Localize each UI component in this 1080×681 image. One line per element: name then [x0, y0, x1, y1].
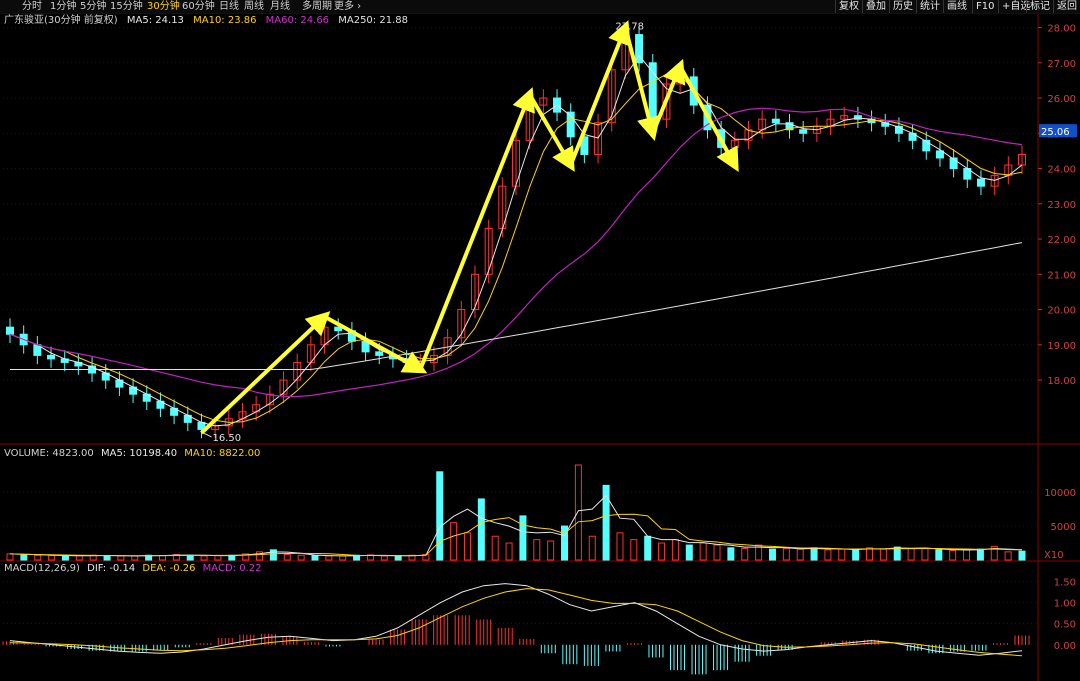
volume-bar: [186, 554, 194, 561]
volume-bar: [547, 540, 555, 561]
price-tick-label: 22.00: [1047, 235, 1076, 246]
volume-bar: [921, 547, 929, 561]
volume-tick-label: 10000: [1044, 488, 1076, 499]
volume-bar: [713, 544, 721, 561]
volume-ma5-line: [9, 494, 1023, 557]
volume-bar: [768, 548, 776, 561]
volume-bar: [574, 464, 582, 561]
volume-bar: [117, 555, 125, 561]
volume-bar: [214, 555, 222, 561]
volume-bar: [48, 555, 56, 561]
volume-bar: [824, 549, 832, 561]
macd-tick-label: 0.50: [1054, 620, 1076, 631]
volume-bar: [297, 554, 305, 561]
volume-bar: [505, 542, 513, 561]
volume-bar: [935, 549, 943, 561]
volume-bar: [658, 542, 666, 561]
candle-body: [771, 118, 780, 124]
volume-bar: [741, 547, 749, 561]
volume-bar: [158, 555, 166, 561]
volume-tick-label: 5000: [1051, 522, 1076, 533]
ma5-line: [9, 54, 1023, 427]
volume-bar: [685, 544, 693, 561]
macd-tick-label: 0.00: [1054, 641, 1076, 652]
volume-bar: [963, 549, 971, 561]
volume-bar: [61, 555, 69, 561]
candle-body: [6, 326, 14, 335]
price-tick-label: 18.00: [1047, 376, 1076, 387]
volume-bar: [394, 555, 402, 561]
dea-line: [9, 588, 1023, 657]
candle-body: [375, 351, 384, 356]
price-tick-label: 21.00: [1047, 270, 1076, 281]
price-tick-label: 24.00: [1047, 165, 1076, 176]
stock-chart: 18.0019.0020.0021.0022.0023.0024.0025.00…: [0, 14, 1080, 681]
volume-bar: [782, 547, 790, 561]
current-price-label: 25.06: [1041, 127, 1070, 138]
volume-bar: [796, 548, 804, 561]
price-tick-label: 28.00: [1047, 24, 1076, 35]
volume-bar: [269, 549, 277, 561]
volume-bar: [852, 549, 860, 561]
volume-bar: [283, 554, 291, 561]
candle-body: [799, 129, 808, 134]
volume-bar: [103, 555, 111, 561]
trend-arrow: [200, 311, 331, 435]
volume-bar: [630, 539, 638, 561]
volume-bar: [810, 547, 818, 561]
volume-bars: [6, 464, 1026, 561]
volume-bar: [380, 555, 388, 561]
macd-tick-label: 1.00: [1054, 599, 1076, 610]
volume-bar: [727, 547, 735, 561]
volume-bar: [644, 535, 652, 561]
volume-bar: [838, 548, 846, 561]
volume-bar: [699, 542, 707, 561]
volume-ma10-line: [9, 513, 1023, 557]
volume-bar: [200, 555, 208, 561]
volume-bar: [907, 547, 915, 561]
volume-bar: [519, 515, 527, 561]
volume-bar: [491, 535, 499, 561]
volume-bar: [477, 498, 485, 561]
volume-bar: [866, 547, 874, 561]
volume-bar: [949, 550, 957, 561]
volume-bar: [976, 548, 984, 561]
price-tick-label: 23.00: [1047, 200, 1076, 211]
volume-bar: [533, 539, 541, 561]
volume-bar: [602, 484, 610, 561]
price-tick-label: 19.00: [1047, 341, 1076, 352]
volume-bar: [20, 554, 28, 561]
price-tick-label: 26.00: [1047, 94, 1076, 105]
volume-bar: [131, 555, 139, 561]
price-tick-label: 27.00: [1047, 59, 1076, 70]
volume-bar: [588, 535, 596, 561]
volume-unit-label: X10: [1044, 550, 1064, 561]
volume-bar: [311, 555, 319, 561]
volume-bar: [879, 548, 887, 561]
volume-bar: [34, 554, 42, 561]
volume-bar: [325, 555, 333, 561]
candles: [6, 25, 1026, 439]
volume-bar: [339, 555, 347, 561]
volume-bar: [616, 532, 624, 561]
candle-body: [47, 354, 56, 360]
volume-bar: [463, 532, 471, 561]
low-pointer: [203, 432, 212, 438]
volume-bar: [436, 471, 444, 561]
volume-bar: [671, 539, 679, 561]
price-tick-label: 20.00: [1047, 306, 1076, 317]
trend-arrow: [323, 314, 428, 374]
volume-bar: [450, 522, 458, 561]
volume-bar: [1018, 550, 1026, 561]
high-price-label: 27.78: [615, 21, 644, 32]
volume-bar: [75, 555, 83, 561]
candle-body: [648, 62, 657, 120]
volume-bar: [1004, 551, 1012, 561]
candle-body: [976, 178, 985, 187]
low-price-label: 16.50: [212, 433, 241, 444]
ma250-line: [10, 242, 1023, 370]
volume-bar: [6, 553, 14, 561]
macd-tick-label: 1.50: [1054, 577, 1076, 588]
